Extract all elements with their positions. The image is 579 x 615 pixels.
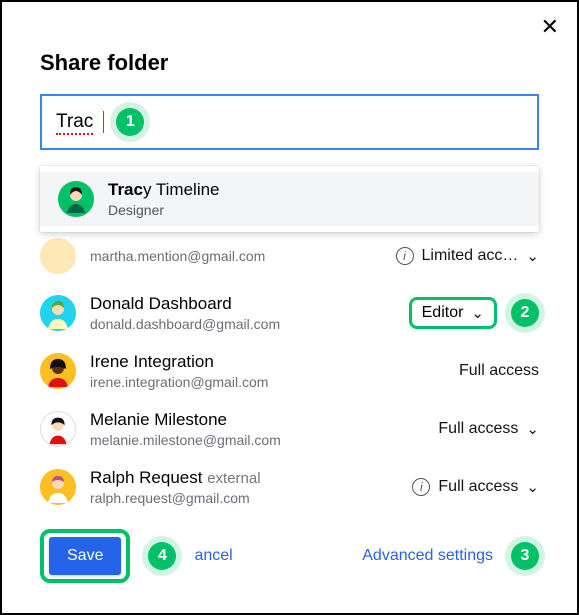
list-item: Ralph Request external ralph.request@gma… [40, 458, 539, 516]
access-label-static: Full access [459, 362, 539, 380]
access-selector[interactable]: Editor ⌄ [409, 297, 497, 329]
list-item: Melanie Milestone melanie.milestone@gmai… [40, 400, 539, 458]
info-icon[interactable]: i [396, 247, 414, 265]
avatar [40, 469, 76, 505]
step-badge-2: 2 [511, 299, 539, 327]
user-email: melanie.milestone@gmail.com [90, 432, 424, 448]
chevron-down-icon: ⌄ [526, 247, 539, 265]
access-selector[interactable]: Full access ⌄ [438, 420, 539, 438]
autocomplete-dropdown: Tracy Timeline Designer [40, 166, 539, 232]
suggestion-item[interactable]: Tracy Timeline Designer [40, 172, 539, 226]
list-item: Irene Integration irene.integration@gmai… [40, 342, 539, 400]
chevron-down-icon: ⌄ [526, 478, 539, 496]
advanced-settings-link[interactable]: Advanced settings [362, 547, 493, 565]
external-tag: external [207, 470, 260, 487]
avatar [40, 411, 76, 447]
access-label: Full access [438, 478, 518, 496]
access-label: Full access [459, 362, 539, 380]
dialog-footer: Save 4 ancel Advanced settings 3 [40, 529, 539, 583]
avatar [40, 295, 76, 331]
cancel-button[interactable]: ancel [194, 547, 232, 565]
dialog-title: Share folder [40, 50, 539, 76]
user-email: ralph.request@gmail.com [90, 490, 398, 506]
save-highlight: Save [40, 529, 130, 583]
access-selector[interactable]: i Limited acc… ⌄ [396, 247, 540, 265]
chevron-down-icon: ⌄ [526, 420, 539, 438]
search-input[interactable]: Trac 1 [40, 94, 539, 150]
access-label: Limited acc… [422, 247, 519, 265]
share-dialog: ✕ Share folder Trac 1 Tracy Timeline Des… [0, 0, 579, 615]
user-name: Ralph Request external [90, 468, 398, 488]
user-email: donald.dashboard@gmail.com [90, 316, 395, 332]
access-label: Editor [422, 304, 464, 322]
suggestion-role: Designer [108, 202, 220, 218]
info-icon[interactable]: i [412, 478, 430, 496]
list-item: martha.mention@gmail.com i Limited acc… … [40, 238, 539, 284]
close-icon[interactable]: ✕ [541, 16, 559, 38]
step-badge-3: 3 [511, 542, 539, 570]
search-typed-text: Trac [56, 111, 93, 133]
suggestion-name: Tracy Timeline [108, 180, 220, 200]
step-badge-4: 4 [148, 542, 176, 570]
user-email: martha.mention@gmail.com [90, 248, 382, 264]
access-label: Full access [438, 420, 518, 438]
chevron-down-icon: ⌄ [471, 304, 484, 322]
user-email: irene.integration@gmail.com [90, 374, 445, 390]
step-badge-1: 1 [116, 108, 144, 136]
avatar [58, 181, 94, 217]
user-name: Irene Integration [90, 352, 445, 372]
avatar [40, 238, 76, 274]
user-name: Melanie Milestone [90, 410, 424, 430]
save-button[interactable]: Save [49, 537, 121, 575]
access-selector[interactable]: i Full access ⌄ [412, 478, 539, 496]
avatar [40, 353, 76, 389]
list-item: Donald Dashboard donald.dashboard@gmail.… [40, 284, 539, 342]
user-name: Donald Dashboard [90, 294, 395, 314]
